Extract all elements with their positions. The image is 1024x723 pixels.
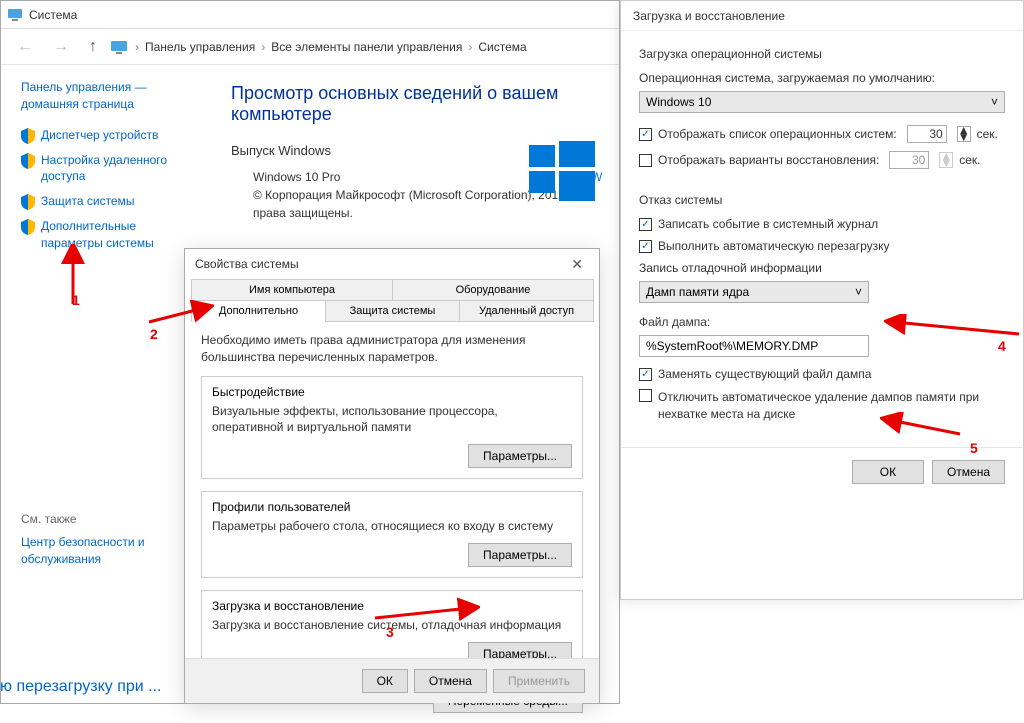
startup-titlebar: Загрузка и восстановление (621, 1, 1023, 31)
disable-auto-del-checkbox[interactable] (639, 389, 652, 402)
chevron-down-icon: ˅ (991, 95, 998, 109)
boot-section-label: Загрузка операционной системы (639, 47, 1005, 61)
startup-footer: ОК Отмена (621, 447, 1023, 496)
write-log-row: Записать событие в системный журнал (639, 217, 1005, 231)
perf-settings-button[interactable]: Параметры... (468, 444, 572, 468)
forward-button[interactable]: → (47, 36, 75, 58)
write-log-checkbox[interactable] (639, 218, 652, 231)
overwrite-checkbox[interactable] (639, 368, 652, 381)
os-list-time-input[interactable]: 30 (907, 125, 947, 143)
bottom-cropped-text: ю перезагрузку при ... (0, 678, 161, 696)
cancel-button[interactable]: Отмена (414, 669, 487, 693)
ok-button[interactable]: ОК (852, 460, 924, 484)
dump-file-input[interactable] (639, 335, 869, 357)
up-button[interactable]: ↑ (83, 36, 103, 58)
recovery-time-input: 30 (889, 151, 929, 169)
startup-desc: Загрузка и восстановление системы, отлад… (212, 617, 572, 634)
tab-computer-name[interactable]: Имя компьютера (191, 279, 393, 301)
computer-icon (7, 7, 23, 23)
admin-note: Необходимо иметь права администратора дл… (201, 332, 583, 366)
system-properties-dialog: Свойства системы ✕ Имя компьютера Оборуд… (184, 248, 600, 704)
back-button[interactable]: ← (11, 36, 39, 58)
failure-section-label: Отказ системы (639, 193, 1005, 207)
dump-type-select[interactable]: Дамп памяти ядра ˅ (639, 281, 869, 303)
security-maintenance-link[interactable]: Центр безопасности и обслуживания (21, 534, 201, 568)
advanced-system-settings-link[interactable]: Дополнительные параметры системы (21, 218, 201, 252)
show-os-list-row: Отображать список операционных систем: 3… (639, 125, 1005, 143)
close-button[interactable]: ✕ (565, 254, 589, 275)
breadcrumb-item[interactable]: Все элементы панели управления (271, 40, 462, 54)
profiles-settings-button[interactable]: Параметры... (468, 543, 572, 567)
shield-icon (21, 194, 35, 210)
default-os-select[interactable]: Windows 10 ˅ (639, 91, 1005, 113)
startup-body: Загрузка операционной системы Операционн… (621, 31, 1023, 447)
show-os-list-checkbox[interactable] (639, 128, 652, 141)
profiles-fieldset: Профили пользователей Параметры рабочего… (201, 491, 583, 578)
breadcrumb-item[interactable]: Панель управления (145, 40, 255, 54)
default-os-label: Операционная система, загружаемая по умо… (639, 71, 1005, 85)
breadcrumb[interactable]: › Панель управления › Все элементы панел… (111, 40, 527, 54)
debug-info-label: Запись отладочной информации (639, 261, 1005, 275)
show-recovery-row: Отображать варианты восстановления: 30 ▲… (639, 151, 1005, 169)
page-heading: Просмотр основных сведений о вашем компь… (231, 83, 599, 125)
dump-file-label: Файл дампа: (639, 315, 1005, 329)
auto-restart-checkbox[interactable] (639, 240, 652, 253)
shield-icon (21, 219, 35, 235)
startup-recovery-dialog: Загрузка и восстановление Загрузка опера… (620, 0, 1024, 600)
pc-icon (111, 40, 129, 54)
shield-icon (21, 153, 35, 169)
left-nav: Панель управления — домашняя страница Ди… (1, 65, 211, 581)
spinner-buttons[interactable]: ▲▼ (957, 126, 971, 142)
sysprops-footer: ОК Отмена Применить (185, 658, 599, 703)
control-panel-home-link[interactable]: Панель управления — домашняя страница (21, 79, 201, 113)
sysprops-title-text: Свойства системы (195, 257, 299, 271)
auto-restart-row: Выполнить автоматическую перезагрузку (639, 239, 1005, 253)
cancel-button[interactable]: Отмена (932, 460, 1005, 484)
tab-remote[interactable]: Удаленный доступ (459, 300, 594, 322)
device-manager-link[interactable]: Диспетчер устройств (21, 127, 201, 144)
chevron-down-icon: ˅ (855, 285, 862, 299)
show-recovery-checkbox[interactable] (639, 154, 652, 167)
apply-button[interactable]: Применить (493, 669, 585, 693)
sysprops-titlebar: Свойства системы ✕ (185, 249, 599, 279)
titlebar: Система (1, 1, 619, 29)
tab-advanced[interactable]: Дополнительно (191, 300, 326, 322)
disable-auto-del-row: Отключить автоматическое удаление дампов… (639, 389, 1005, 423)
tab-system-protection[interactable]: Защита системы (325, 300, 460, 322)
startup-title: Загрузка и восстановление (212, 599, 572, 613)
tab-hardware[interactable]: Оборудование (392, 279, 594, 301)
overwrite-row: Заменять существующий файл дампа (639, 367, 1005, 381)
perf-title: Быстродействие (212, 385, 572, 399)
shield-icon (21, 128, 35, 144)
breadcrumb-item[interactable]: Система (478, 40, 526, 54)
performance-fieldset: Быстродействие Визуальные эффекты, испол… (201, 376, 583, 480)
system-protection-link[interactable]: Защита системы (21, 193, 201, 210)
startup-title-text: Загрузка и восстановление (633, 9, 785, 23)
spinner-buttons-disabled: ▲▼ (939, 152, 953, 168)
remote-settings-link[interactable]: Настройка удаленного доступа (21, 152, 201, 186)
ok-button[interactable]: ОК (362, 669, 408, 693)
nav-bar: ← → ↑ › Панель управления › Все элементы… (1, 29, 619, 65)
perf-desc: Визуальные эффекты, использование процес… (212, 403, 572, 437)
profiles-title: Профили пользователей (212, 500, 572, 514)
tabs: Имя компьютера Оборудование Дополнительн… (191, 279, 593, 322)
see-also-label: См. также (21, 512, 201, 526)
windows-logo: W (529, 141, 609, 201)
profiles-desc: Параметры рабочего стола, относящиеся ко… (212, 518, 572, 535)
svg-text:W: W (591, 170, 603, 184)
window-title: Система (29, 8, 77, 22)
